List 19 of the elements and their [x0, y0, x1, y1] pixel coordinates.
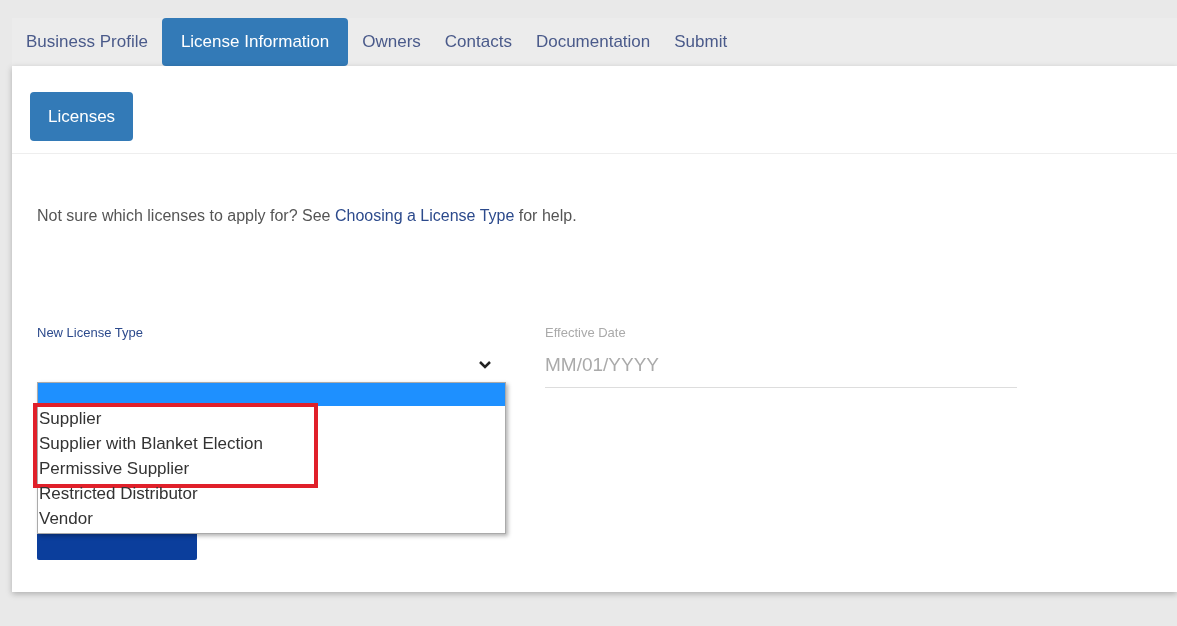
action-button[interactable] [37, 532, 197, 560]
tab[interactable]: Owners [352, 18, 431, 66]
tab[interactable]: Business Profile [16, 18, 158, 66]
dropdown-option[interactable]: Permissive Supplier [38, 456, 505, 481]
dropdown-option[interactable]: Vendor [38, 506, 505, 531]
help-text: Not sure which licenses to apply for? See Choosing a License Type for help. [37, 206, 578, 226]
tab[interactable]: Documentation [525, 18, 661, 66]
field-label: New License Type [37, 324, 144, 342]
dropdown-option[interactable]: Supplier with Blanket Election [38, 431, 505, 456]
field-label: Effective Date [545, 324, 627, 342]
tab[interactable]: License Information [161, 18, 349, 66]
tab[interactable]: Submit [664, 18, 738, 66]
dropdown-option[interactable]: Supplier [38, 406, 505, 431]
chevron-icon [478, 360, 492, 370]
license-type-link[interactable]: Choosing a License Type [334, 207, 515, 224]
tab[interactable]: Contacts [434, 18, 522, 66]
date-field[interactable]: MM/01/YYYY [545, 342, 1017, 388]
licenses-button[interactable]: Licenses [30, 92, 134, 141]
dropdown-option[interactable]: Restricted Distributor [38, 481, 505, 506]
